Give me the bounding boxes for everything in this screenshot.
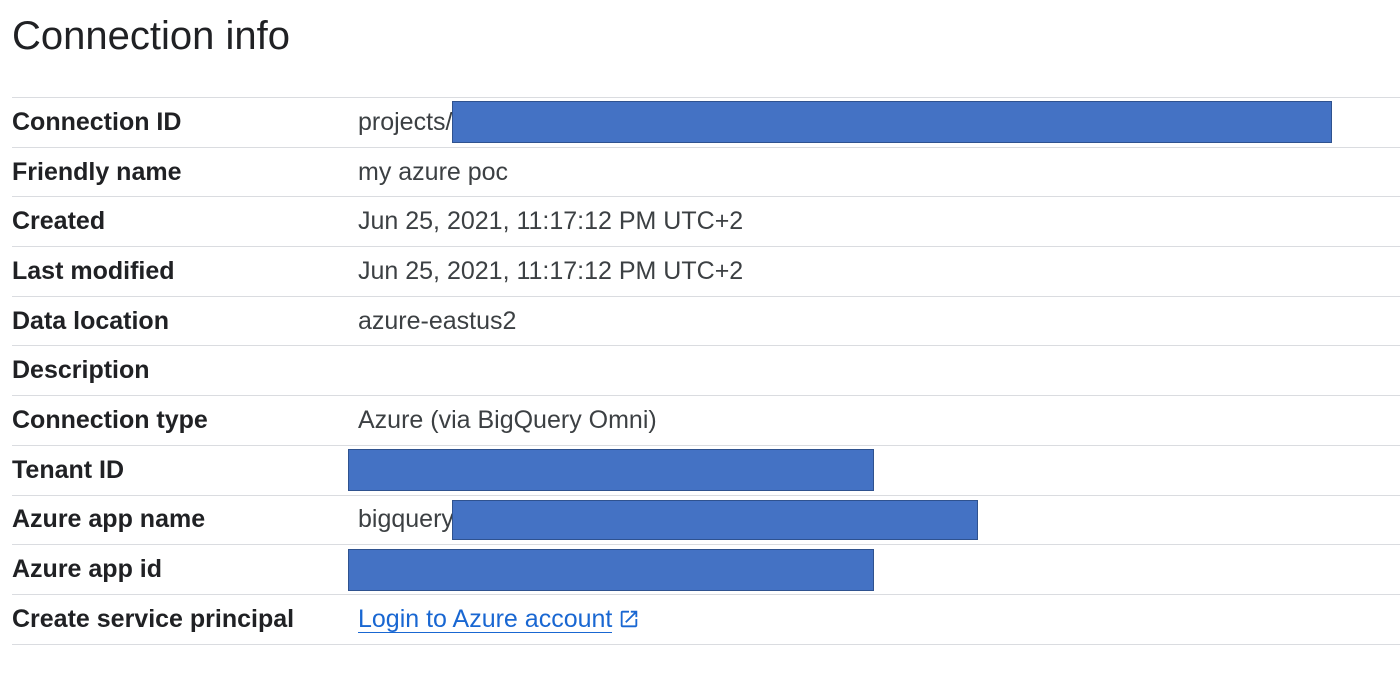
connection-id-prefix: projects/ xyxy=(358,107,453,136)
tenant-id-label: Tenant ID xyxy=(12,455,125,484)
last-modified-value: Jun 25, 2021, 11:17:12 PM UTC+2 xyxy=(358,256,744,285)
create-service-principal-value: Login to Azure account xyxy=(358,595,640,644)
connection-type-label: Connection type xyxy=(12,405,208,434)
login-to-azure-link[interactable]: Login to Azure account xyxy=(358,606,613,633)
row-tenant-id: Tenant ID xyxy=(12,446,1400,496)
redacted-block xyxy=(452,499,979,540)
redacted-block xyxy=(348,449,874,492)
azure-app-name-label: Azure app name xyxy=(12,505,206,534)
row-created: Created Jun 25, 2021, 11:17:12 PM UTC+2 xyxy=(12,197,1400,248)
row-last-modified: Last modified Jun 25, 2021, 11:17:12 PM … xyxy=(12,247,1400,297)
redacted-block xyxy=(348,548,874,591)
row-connection-id: Connection ID projects/ xyxy=(12,98,1400,148)
page-title: Connection info xyxy=(12,14,290,58)
data-location-label: Data location xyxy=(12,306,169,335)
open-in-new-icon[interactable] xyxy=(618,608,640,630)
row-create-service-principal: Create service principal Login to Azure … xyxy=(12,595,1400,645)
redacted-block xyxy=(452,101,1333,144)
row-data-location: Data location azure-eastus2 xyxy=(12,297,1400,347)
description-label: Description xyxy=(12,356,150,385)
connection-info-table: Connection ID projects/ Friendly name my… xyxy=(12,97,1400,645)
created-value: Jun 25, 2021, 11:17:12 PM UTC+2 xyxy=(358,207,744,236)
row-description: Description xyxy=(12,346,1400,397)
friendly-name-label: Friendly name xyxy=(12,157,182,186)
last-modified-label: Last modified xyxy=(12,256,175,285)
row-friendly-name: Friendly name my azure poc xyxy=(12,148,1400,198)
connection-id-value: projects/ xyxy=(358,98,1333,147)
row-azure-app-name: Azure app name bigquery- xyxy=(12,496,1400,546)
created-label: Created xyxy=(12,207,106,236)
azure-app-id-label: Azure app id xyxy=(12,555,163,584)
azure-app-name-value: bigquery- xyxy=(358,496,979,545)
row-azure-app-id: Azure app id xyxy=(12,545,1400,595)
azure-app-name-prefix: bigquery- xyxy=(358,505,463,534)
connection-type-value: Azure (via BigQuery Omni) xyxy=(358,405,657,434)
friendly-name-value: my azure poc xyxy=(358,157,509,186)
row-connection-type: Connection type Azure (via BigQuery Omni… xyxy=(12,396,1400,446)
create-service-principal-label: Create service principal xyxy=(12,604,295,633)
azure-app-id-value xyxy=(348,545,874,594)
connection-id-label: Connection ID xyxy=(12,107,182,136)
tenant-id-value xyxy=(348,446,874,495)
data-location-value: azure-eastus2 xyxy=(358,306,517,335)
